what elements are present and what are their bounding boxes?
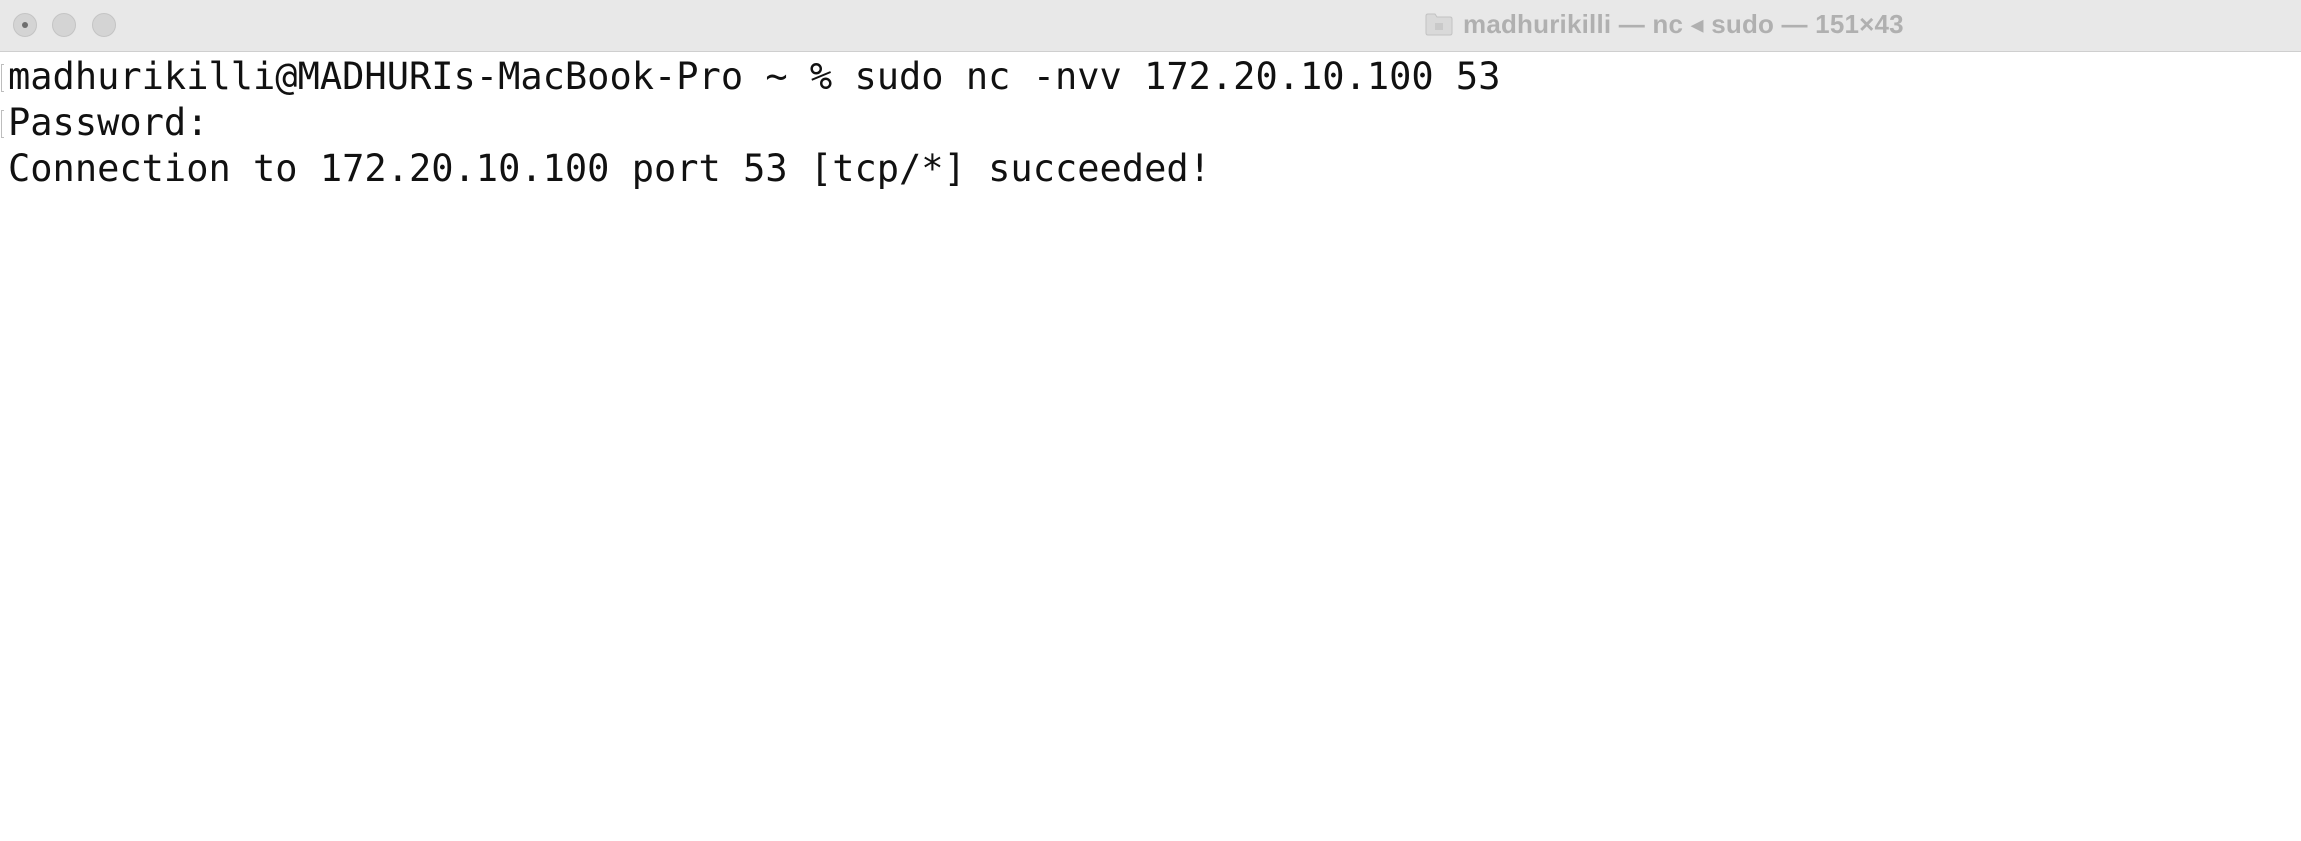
terminal-output-area[interactable]: madhurikilli@MADHURIs-MacBook-Pro ~ % su… — [0, 52, 2301, 841]
window-title: madhurikilli — nc ◂ sudo — 151×43 — [1463, 8, 1904, 39]
terminal-line-command: madhurikilli@MADHURIs-MacBook-Pro ~ % su… — [8, 55, 1501, 98]
prompt-mark — [1, 110, 4, 138]
folder-icon — [1425, 12, 1453, 36]
title-bar[interactable]: madhurikilli — nc ◂ sudo — 151×43 — [0, 0, 2301, 52]
terminal-line-password-prompt: Password: — [8, 101, 209, 144]
prompt-mark — [1, 64, 4, 92]
close-button[interactable] — [13, 13, 37, 37]
minimize-button[interactable] — [52, 13, 76, 37]
terminal-window: madhurikilli — nc ◂ sudo — 151×43 madhur… — [0, 0, 2301, 841]
close-icon — [22, 22, 28, 28]
terminal-line-connection-result: Connection to 172.20.10.100 port 53 [tcp… — [8, 147, 1211, 190]
zoom-button[interactable] — [92, 13, 116, 37]
window-title-group: madhurikilli — nc ◂ sudo — 151×43 — [1425, 8, 1904, 40]
